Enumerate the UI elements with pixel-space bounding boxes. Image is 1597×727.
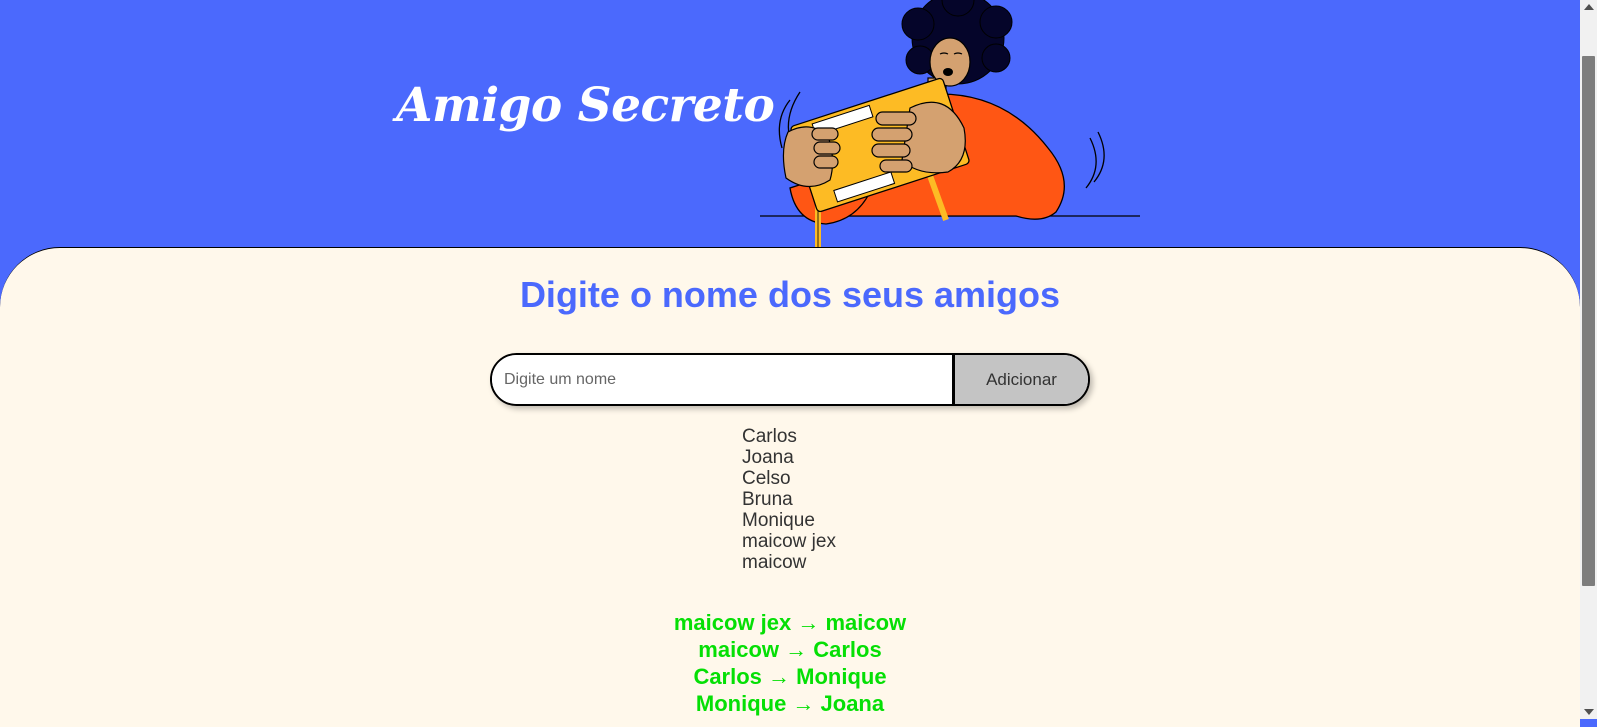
draw-result-item: maicow jex → maicow [673, 610, 907, 635]
friend-item: Bruna [742, 489, 793, 510]
draw-result-item: maicow → Carlos [698, 637, 882, 662]
vertical-scrollbar[interactable] [1580, 0, 1597, 719]
draw-result-item: Monique → Joana [695, 691, 885, 716]
friend-item: Joana [742, 447, 794, 468]
scrollbar-thumb[interactable] [1582, 56, 1595, 586]
name-input[interactable] [492, 355, 952, 404]
main-panel: Digite o nome dos seus amigos Adicionar … [0, 247, 1580, 727]
friend-list: Carlos Joana Celso Bruna Monique maicow … [742, 426, 836, 573]
add-friend-form: Adicionar [490, 353, 1090, 406]
section-title: Digite o nome dos seus amigos [519, 274, 1061, 315]
friend-item: Monique [742, 510, 815, 531]
draw-result-list: maicow jex → maicow maicow → Carlos Carl… [0, 609, 1580, 717]
add-button[interactable]: Adicionar [952, 355, 1088, 404]
friend-item: Celso [742, 468, 791, 489]
draw-result-item: Carlos → Monique [693, 664, 887, 689]
person-shaking-gift-box-icon [760, 0, 1140, 250]
header: Amigo Secreto [0, 0, 1580, 260]
friend-item: maicow jex [742, 531, 836, 552]
app-title: Amigo Secreto [396, 78, 775, 133]
friend-item: Carlos [742, 426, 797, 447]
scroll-down-arrow-icon[interactable] [1584, 709, 1594, 715]
scroll-up-arrow-icon[interactable] [1584, 4, 1594, 10]
friend-item: maicow [742, 552, 807, 573]
